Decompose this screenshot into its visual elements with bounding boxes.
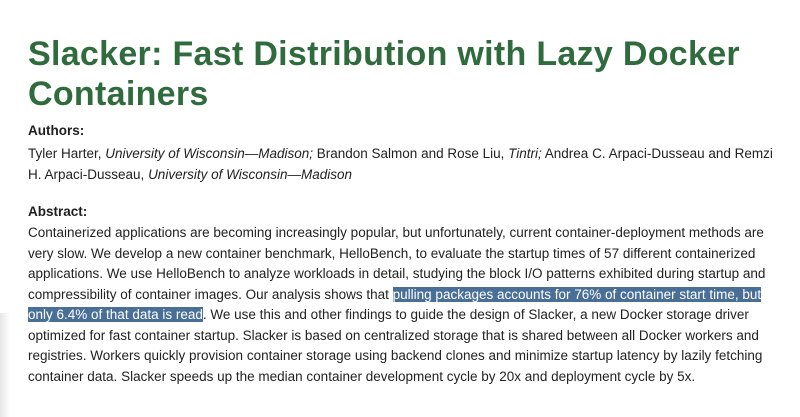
paper-title: Slacker: Fast Distribution with Lazy Doc… [28, 35, 740, 113]
author-names: Brandon Salmon and Rose Liu, [316, 146, 509, 161]
author-affiliation: University of Wisconsin—Madison; [105, 146, 313, 161]
paper-summary: Slacker: Fast Distribution with Lazy Doc… [28, 34, 788, 387]
author-affiliation: University of Wisconsin—Madison [148, 166, 353, 182]
author-names: Tyler Harter, [28, 146, 106, 161]
authors-heading: Authors: [28, 123, 85, 138]
authors-list: Tyler Harter, University of Wisconsin—Ma… [28, 144, 788, 185]
author-affiliation: Tintri; [508, 146, 542, 161]
left-edge-shadow [0, 313, 10, 417]
abstract-body[interactable]: Containerized applications are becoming … [28, 223, 788, 387]
abstract-heading: Abstract: [28, 204, 88, 219]
